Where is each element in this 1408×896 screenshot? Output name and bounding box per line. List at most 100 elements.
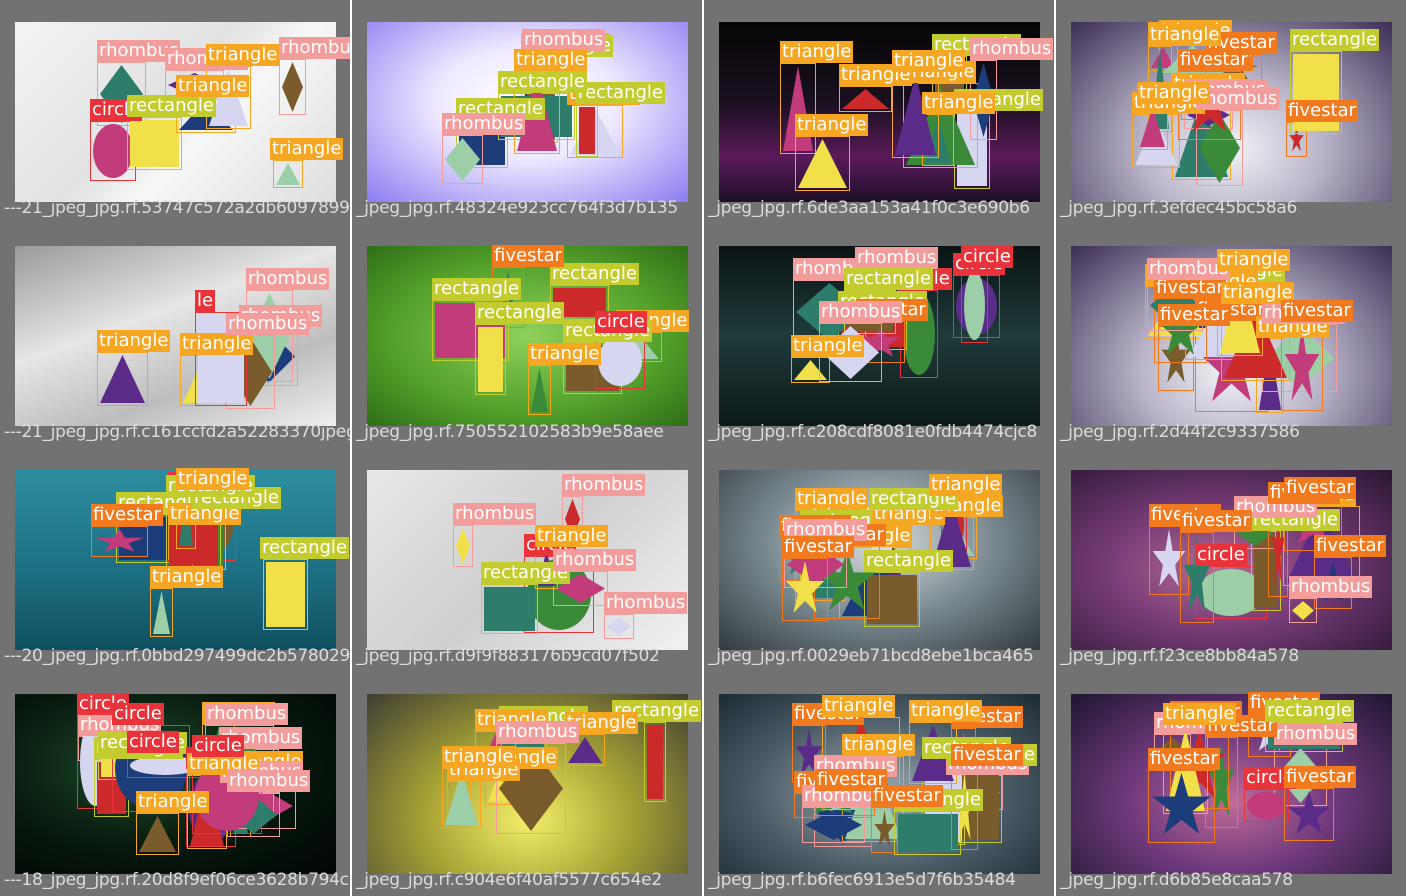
detection-label: triangle xyxy=(514,49,588,71)
detection-label: fivestar xyxy=(1158,304,1230,326)
bounding-box xyxy=(839,86,892,112)
detection-label: triangle xyxy=(535,525,609,547)
result-tile[interactable]: rhombuscircletrianglerectangletrianglerh… xyxy=(0,672,352,896)
detection-label: rhombus xyxy=(279,37,352,59)
result-tile[interactable]: rectanglerectangletriangletriangletriang… xyxy=(704,0,1056,224)
bounding-box xyxy=(481,584,538,634)
result-tile[interactable]: triangletrianglerhombusrhombusrhombusle-… xyxy=(0,224,352,448)
detection-label: rectangle xyxy=(260,537,349,559)
detection-label: triangle xyxy=(791,335,865,357)
result-tile[interactable]: circlerectanglerhombusfivestartriangleci… xyxy=(704,224,1056,448)
image-filename-caption: ---20_jpeg_jpg.rf.0bbd297499dc2b5780299 xyxy=(4,646,352,666)
detection-label: circle xyxy=(112,703,164,725)
bounding-box xyxy=(91,526,148,557)
bounding-box xyxy=(644,722,666,802)
detection-label: triangle xyxy=(1217,249,1291,271)
image-filename-caption: _jpeg_jpg.rf.c208cdf8081e0fdb4474cjc8 xyxy=(708,422,1038,442)
image-filename-caption: ---21_jpeg_jpg.rf.53747c572a2db6097899aa… xyxy=(4,198,352,218)
detection-label: fivestar xyxy=(1284,766,1356,788)
detection-label: triangle xyxy=(892,50,966,72)
image-filename-caption: _jpeg_jpg.rf.0029eb71bcd8ebe1bca465 xyxy=(708,646,1034,666)
detection-label: triangle xyxy=(150,566,224,588)
detection-label: fivestar xyxy=(951,744,1023,766)
detection-label: circle xyxy=(961,246,1013,268)
detection-label: triangle xyxy=(180,333,254,355)
detection-label: rhombus xyxy=(205,703,289,725)
detection-label: fivestar xyxy=(1286,100,1358,122)
detection-results-grid: rhombuscirclerectanglerhombustriangletri… xyxy=(0,0,1408,896)
result-tile[interactable]: rectanglerectangletriangletriangletriang… xyxy=(352,672,704,896)
detection-label: fivestar xyxy=(1281,300,1353,322)
detection-label: rhombus xyxy=(442,113,526,135)
detection-label: circle xyxy=(127,731,179,753)
image-filename-caption: _jpeg_jpg.rf.48324e923cc764f3d7b135 xyxy=(356,198,678,218)
result-tile[interactable]: rectangletrianglecircletrianglerectangle… xyxy=(0,448,352,672)
detection-label: rectangle xyxy=(475,302,564,324)
bounding-box xyxy=(795,136,850,191)
bounding-box xyxy=(782,558,828,621)
bounding-box xyxy=(871,807,898,853)
detection-label: circle xyxy=(595,311,647,333)
image-filename-caption: _jpeg_jpg.rf.750552102583b9e58aee xyxy=(356,422,664,442)
result-tile[interactable]: fivestartriangletrianglerectanglerhombus… xyxy=(1056,224,1408,448)
detection-label: triangle xyxy=(842,734,916,756)
bounding-box xyxy=(576,104,598,157)
detection-label: fivestar xyxy=(1148,748,1220,770)
bounding-box xyxy=(127,117,182,170)
detection-label: rectangle xyxy=(844,268,933,290)
detection-label: rectangle xyxy=(864,550,953,572)
detection-label: fivestar xyxy=(1178,49,1250,71)
image-filename-caption: _jpeg_jpg.rf.d6b85e8caa578 xyxy=(1060,870,1293,890)
image-filename-caption: _jpeg_jpg.rf.c904e6f40af5577c654e2 xyxy=(356,870,662,890)
detection-label: rhombus xyxy=(226,313,310,335)
result-tile[interactable]: fivestartriangletrianglerectanglerhombus… xyxy=(1056,0,1408,224)
detection-label: fivestar xyxy=(492,245,564,267)
detection-label: rectangle xyxy=(1265,700,1354,722)
detection-label: triangle xyxy=(206,44,280,66)
detection-label: triangle xyxy=(176,468,250,490)
result-tile[interactable]: trianglefivestarcirclerectanglefivestarr… xyxy=(1056,448,1408,672)
detection-label: rhombus xyxy=(819,301,903,323)
image-filename-caption: _jpeg_jpg.rf.b6fec6913e5d7f6b35484 xyxy=(708,870,1016,890)
detection-label: triangle xyxy=(136,791,210,813)
detection-label: rectangle xyxy=(1290,29,1379,51)
bounding-box xyxy=(442,135,483,184)
bounding-box xyxy=(453,525,473,567)
detection-label: fivestar xyxy=(1314,535,1386,557)
result-tile[interactable]: rectanglerectanglerhombusrectangletriang… xyxy=(352,0,704,224)
result-tile[interactable]: rhombusrhombusfivestarfivestarfivestarre… xyxy=(1056,672,1408,896)
detection-label: rectangle xyxy=(498,71,587,93)
detection-label: rhombus xyxy=(453,503,537,525)
detection-label: rhombus xyxy=(604,592,688,614)
result-tile[interactable]: rhombuscirclerhombusrectanglerhombusrhom… xyxy=(352,448,704,672)
sample-image xyxy=(367,470,688,650)
detection-label: rhombus xyxy=(855,247,939,269)
bounding-box xyxy=(1148,770,1215,843)
detection-label: triangle xyxy=(1148,24,1222,46)
detection-label: rhombus xyxy=(553,549,637,571)
detection-label: triangle xyxy=(922,92,996,114)
detection-label: rhombus xyxy=(227,770,311,792)
result-tile[interactable]: rhombusfivestarrhombustrianglerectangler… xyxy=(704,672,1056,896)
bounding-box xyxy=(475,324,506,395)
bounding-box xyxy=(604,614,634,639)
detection-label: rectangle xyxy=(576,82,665,104)
detection-label: triangle xyxy=(176,75,250,97)
detection-label: rhombus xyxy=(522,29,606,51)
detection-label: triangle xyxy=(780,41,854,63)
detection-label: triangle xyxy=(822,695,896,717)
image-filename-caption: _jpeg_jpg.rf.6de3aa153a41f0c3e690b6 xyxy=(708,198,1030,218)
image-filename-caption: _jpeg_jpg.rf.d9f9f883176b9cd07f502 xyxy=(356,646,660,666)
detection-label: rectangle xyxy=(432,278,521,300)
image-filename-caption: _jpeg_jpg.rf.2d44f2c9337586 xyxy=(1060,422,1300,442)
detection-label: triangle xyxy=(442,746,516,768)
bounding-box xyxy=(279,59,306,115)
bounding-box xyxy=(97,352,148,406)
result-tile[interactable]: triangletrianglerectangletriangletriangl… xyxy=(704,448,1056,672)
detection-label: fivestar xyxy=(782,536,854,558)
result-tile[interactable]: trianglerectanglecircletrianglerectangle… xyxy=(352,224,704,448)
bounding-box xyxy=(1289,598,1317,623)
result-tile[interactable]: rhombuscirclerectanglerhombustriangletri… xyxy=(0,0,352,224)
detection-label: le xyxy=(195,290,216,312)
detection-label: rhombus xyxy=(970,38,1054,60)
